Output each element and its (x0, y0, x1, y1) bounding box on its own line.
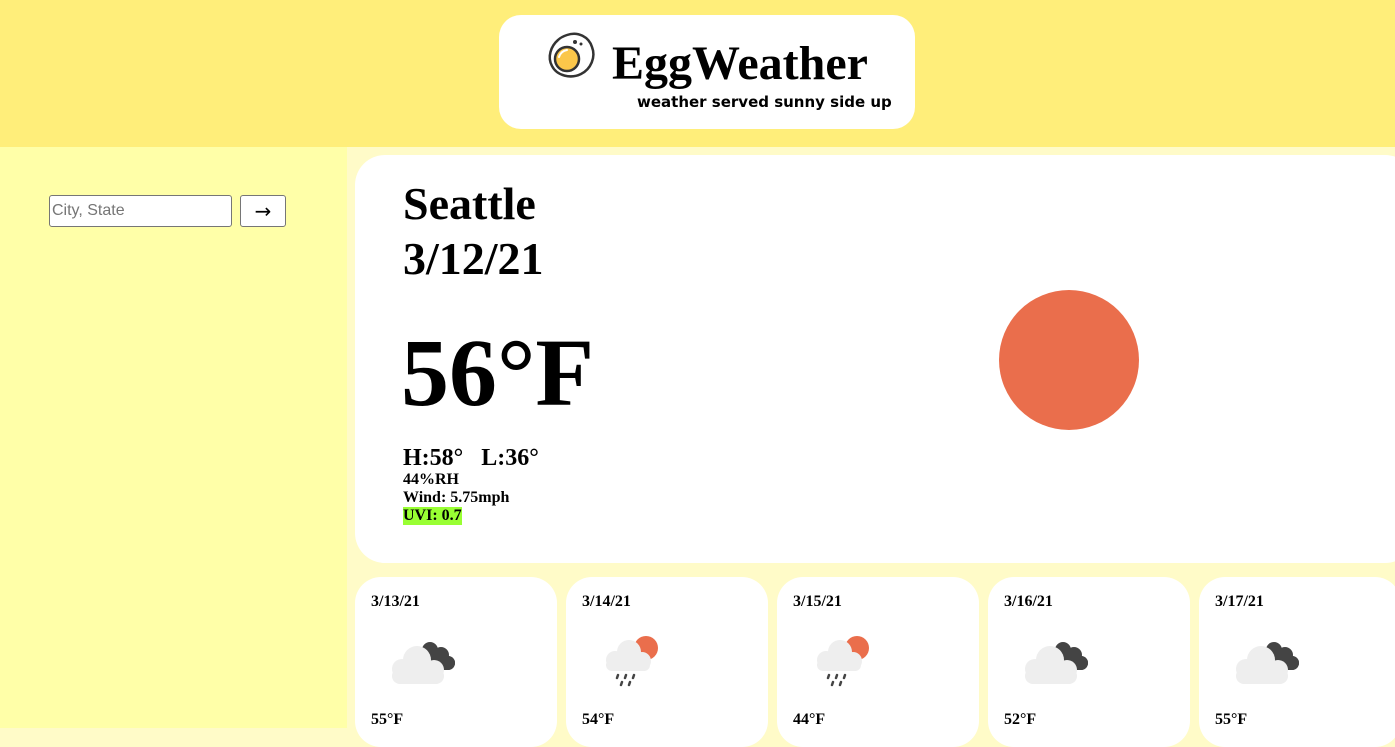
city-search-input[interactable] (49, 195, 232, 227)
rain-sun-icon (817, 636, 869, 687)
humidity: 44%RH (403, 471, 459, 488)
forecast-temperature: 55°F (371, 711, 404, 728)
forecast-date: 3/13/21 (371, 593, 420, 610)
high-low-temperature: H:58° L:36° (403, 445, 539, 471)
forecast-temperature: 55°F (1215, 711, 1248, 728)
current-temperature: 56°F (401, 319, 595, 426)
current-date: 3/12/21 (403, 233, 544, 284)
cloudy-icon (1025, 642, 1088, 684)
forecast-date: 3/17/21 (1215, 593, 1264, 610)
fried-egg-icon (548, 32, 595, 78)
app-title: EggWeather (612, 37, 868, 90)
app-tagline: weather served sunny side up (637, 93, 892, 111)
search-submit-button[interactable]: → (240, 195, 286, 227)
city-name: Seattle (403, 178, 536, 229)
forecast-temperature: 52°F (1004, 711, 1037, 728)
forecast-temperature: 54°F (582, 711, 615, 728)
cloudy-icon (1236, 642, 1299, 684)
rain-sun-icon (606, 636, 658, 687)
forecast-date: 3/14/21 (582, 593, 631, 610)
forecast-temperature: 44°F (793, 711, 826, 728)
forecast-date: 3/16/21 (1004, 593, 1053, 610)
cloudy-icon (392, 642, 455, 684)
sidebar (0, 147, 347, 728)
forecast-date: 3/15/21 (793, 593, 842, 610)
uv-index-badge: UVI: 0.7 (403, 507, 462, 525)
sun-icon (999, 290, 1139, 430)
wind-speed: Wind: 5.75mph (403, 489, 510, 506)
